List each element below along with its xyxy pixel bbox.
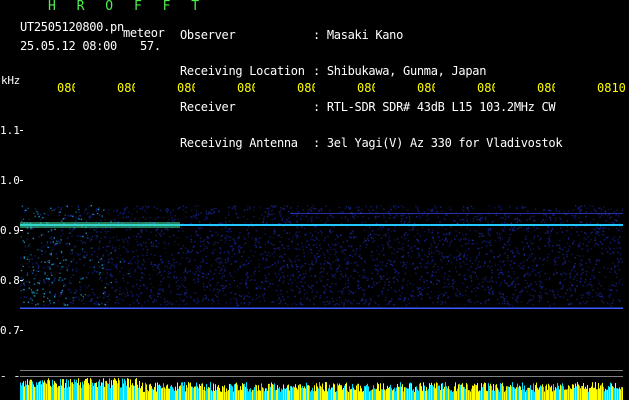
separator-line (20, 370, 623, 371)
x-tick-label: 080 (177, 81, 195, 95)
info-value: : Masaki Kano (313, 28, 404, 42)
secondary-line (20, 307, 623, 309)
y-tick-mark (20, 330, 23, 331)
x-tick-label: 080 (537, 81, 555, 95)
y-tick-marks (20, 130, 23, 381)
x-tick-label: 0810 (597, 81, 626, 95)
info-key: Observer (180, 28, 236, 42)
x-tick-label: 080 (117, 81, 135, 95)
spectrogram-noise (20, 205, 623, 307)
x-tick-label: 080 (57, 81, 75, 95)
x-tick-label: 080 (297, 81, 315, 95)
x-tick-label: 080 (237, 81, 255, 95)
mode-tag: meteor (123, 26, 165, 40)
spectrogram-plot (20, 130, 623, 381)
band-top-edge (290, 213, 623, 214)
x-tick-label: 080 (357, 81, 375, 95)
x-tick-label: 080 (417, 81, 435, 95)
y-axis-unit: kHz (1, 74, 20, 87)
y-tick-mark (20, 130, 23, 131)
y-tick-label: 0.9 (0, 224, 20, 237)
signal-level-strip (0, 377, 629, 400)
file-name: UT2505120800.pn (20, 20, 124, 34)
x-tick-label: 080 (477, 81, 495, 95)
meteor-count: 57. (140, 39, 161, 53)
y-tick-mark (20, 230, 23, 231)
y-tick-label: 1.1 (0, 124, 20, 137)
info-key: Receiving Location (180, 64, 305, 78)
y-tick-label: 0.7 (0, 324, 20, 337)
info-row-observer: Observer : Masaki Kano (180, 29, 562, 41)
hrofft-window: H R O F F T UT2505120800.pn meteor 25.05… (0, 0, 629, 400)
y-tick-label: 0.8 (0, 274, 20, 287)
info-value: : Shibukawa, Gunma, Japan (313, 64, 487, 78)
y-tick-label: 1.0 (0, 174, 20, 187)
timestamp: 25.05.12 08:00 (20, 39, 117, 53)
info-row-location: Receiving Location : Shibukawa, Gunma, J… (180, 65, 562, 77)
y-tick-mark (20, 180, 23, 181)
carrier-glow (20, 222, 180, 228)
